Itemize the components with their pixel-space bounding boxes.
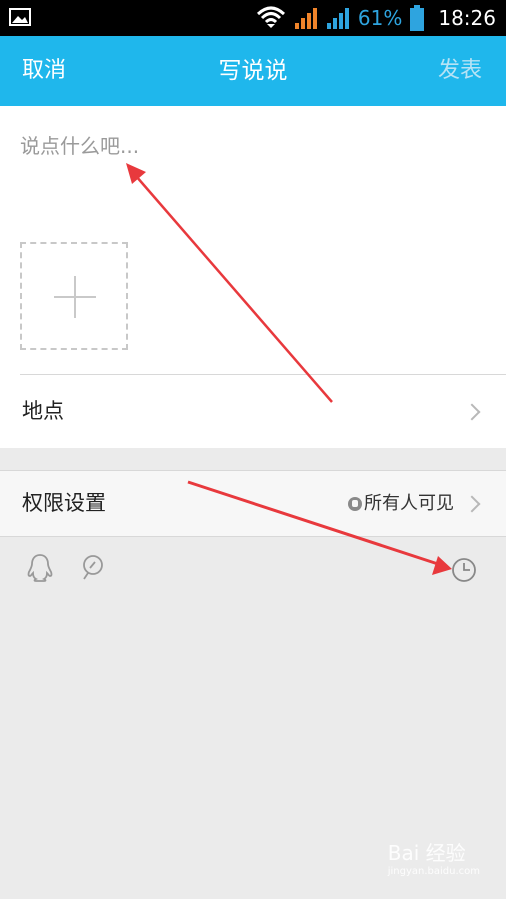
chevron-right-icon [463, 495, 481, 513]
page-title: 写说说 [218, 58, 288, 84]
permission-value: 所有人可见 [364, 493, 454, 514]
permission-settings-row[interactable]: 权限设置 所有人可见 [0, 470, 506, 537]
location-label: 地点 [22, 399, 64, 423]
status-bar: 61% 18:26 [0, 0, 506, 36]
signal-icon [326, 8, 349, 29]
at-mention-icon[interactable] [78, 553, 106, 583]
qq-penguin-icon[interactable] [26, 553, 54, 583]
watermark-text: Bai 经验 [387, 841, 466, 865]
location-row[interactable]: 地点 [0, 375, 506, 448]
add-photo-button[interactable] [20, 242, 128, 350]
compose-toolbar [0, 537, 506, 617]
clock-time: 18:26 [438, 6, 496, 30]
watermark-url: jingyan.baidu.com [387, 866, 480, 877]
compose-text-input[interactable]: 说点什么吧... [20, 130, 139, 159]
chevron-right-icon [463, 403, 481, 421]
wifi-icon [256, 6, 285, 28]
permission-label: 权限设置 [22, 491, 106, 515]
compose-area: 说点什么吧... 地点 [0, 106, 506, 448]
watermark: Bai 经验 jingyan.baidu.com [388, 837, 480, 877]
globe-icon [348, 497, 362, 511]
battery-percent: 61% [357, 6, 403, 30]
clock-icon[interactable] [451, 557, 477, 583]
publish-button[interactable]: 发表 [438, 36, 482, 106]
signal-icon [294, 8, 317, 29]
title-bar: 写说说 取消 发表 [0, 36, 506, 106]
cancel-button[interactable]: 取消 [22, 36, 66, 106]
battery-icon [410, 5, 425, 31]
gallery-icon [9, 8, 31, 26]
